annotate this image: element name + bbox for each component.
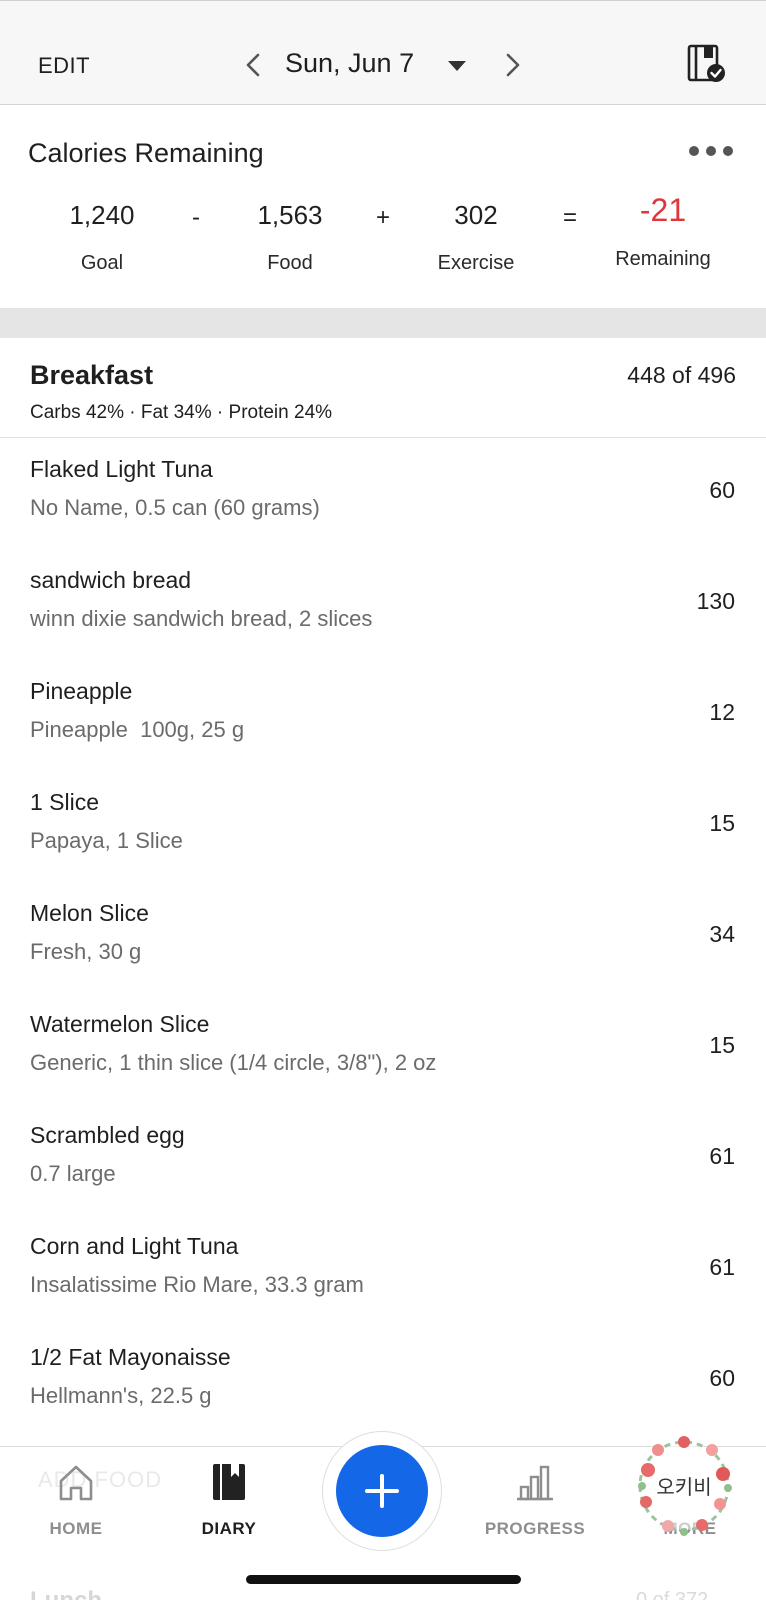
food-list: Flaked Light Tuna No Name, 0.5 can (60 g… (0, 439, 766, 1438)
goal-label: Goal (80, 252, 124, 274)
lunch-calories-behind: 0 of 372 (636, 1589, 709, 1600)
date-selector[interactable]: Sun, Jun 7 (285, 48, 414, 79)
food-name: Melon Slice (30, 900, 149, 926)
tab-progress[interactable]: PROGRESS (475, 1461, 595, 1539)
tab-home-label: HOME (49, 1519, 103, 1538)
chevron-left-icon[interactable] (238, 47, 268, 83)
exercise-label: Exercise (437, 252, 515, 274)
meal-macros: Carbs 42% · Fat 34% · Protein 24% (30, 402, 333, 423)
exercise-column: 302 Exercise (396, 200, 556, 275)
planner-check-icon[interactable] (686, 43, 728, 85)
food-entry[interactable]: Corn and Light Tuna Insalatissime Rio Ma… (0, 1216, 766, 1327)
food-description: Pineapple 100g, 25 g (30, 717, 245, 742)
home-indicator (246, 1575, 521, 1584)
equals-operator: = (562, 204, 577, 231)
food-description: No Name, 0.5 can (60 grams) (30, 495, 320, 520)
tab-progress-label: PROGRESS (484, 1519, 586, 1538)
food-calories: 34 (709, 921, 735, 947)
food-calories: 12 (709, 699, 735, 725)
add-button[interactable] (336, 1445, 428, 1537)
tab-diary-label: DIARY (201, 1519, 257, 1538)
food-label: Food (267, 252, 313, 274)
food-name: Watermelon Slice (30, 1011, 210, 1037)
food-entry[interactable]: Melon Slice Fresh, 30 g 34 (0, 883, 766, 994)
food-entry[interactable]: 1 Slice Papaya, 1 Slice 15 (0, 772, 766, 883)
tab-diary[interactable]: DIARY (169, 1461, 289, 1539)
lunch-title-behind: Lunch (30, 1587, 102, 1600)
food-calories: 60 (709, 477, 735, 503)
home-icon (59, 1465, 93, 1501)
food-entry[interactable]: Scrambled egg 0.7 large 61 (0, 1105, 766, 1216)
food-entry[interactable]: Flaked Light Tuna No Name, 0.5 can (60 g… (0, 439, 766, 550)
calories-title: Calories Remaining (28, 138, 264, 168)
plus-operator: + (375, 204, 390, 231)
food-calories: 61 (709, 1254, 735, 1280)
calories-remaining-card: Calories Remaining 1,240 Goal - 1,563 Fo… (0, 106, 766, 308)
food-name: 1/2 Fat Mayonaisse (30, 1344, 231, 1370)
more-dots-icon[interactable] (688, 144, 734, 158)
food-name: Scrambled egg (30, 1122, 185, 1148)
breakfast-header[interactable]: Breakfast 448 of 496 Carbs 42% · Fat 34%… (0, 338, 766, 438)
caret-down-icon[interactable] (446, 59, 468, 73)
food-description: winn dixie sandwich bread, 2 slices (30, 606, 373, 631)
food-entry[interactable]: 1/2 Fat Mayonaisse Hellmann's, 22.5 g 60 (0, 1327, 766, 1438)
remaining-column: -21 Remaining (583, 192, 743, 271)
food-name: Corn and Light Tuna (30, 1233, 239, 1259)
chevron-right-icon[interactable] (498, 47, 528, 83)
tab-home[interactable]: HOME (16, 1461, 136, 1539)
exercise-value: 302 (454, 200, 498, 230)
plus-icon (365, 1474, 399, 1508)
food-description: Fresh, 30 g (30, 939, 142, 964)
food-description: Hellmann's, 22.5 g (30, 1383, 212, 1408)
food-name: 1 Slice (30, 789, 100, 815)
food-calories: 61 (709, 1143, 735, 1169)
food-description: Insalatissime Rio Mare, 33.3 gram (30, 1272, 364, 1297)
food-value: 1,563 (257, 200, 323, 230)
food-entry[interactable]: Watermelon Slice Generic, 1 thin slice (… (0, 994, 766, 1105)
food-calories: 15 (709, 1032, 735, 1058)
food-entry[interactable]: Pineapple Pineapple 100g, 25 g 12 (0, 661, 766, 772)
food-name: Pineapple (30, 678, 133, 704)
food-calories: 15 (709, 810, 735, 836)
meal-calories: 448 of 496 (627, 362, 736, 388)
floral-watermark-logo: 오키비 (638, 1436, 732, 1536)
food-description: 0.7 large (30, 1161, 116, 1186)
food-column: 1,563 Food (210, 200, 370, 275)
food-calories: 60 (709, 1365, 735, 1391)
meal-title: Breakfast (30, 360, 154, 390)
food-description: Papaya, 1 Slice (30, 828, 183, 853)
diary-book-icon (213, 1464, 245, 1500)
watermark-text: 오키비 (656, 1475, 711, 1499)
minus-operator: - (192, 204, 200, 231)
progress-chart-icon (517, 1465, 553, 1501)
remaining-value: -21 (639, 192, 687, 228)
top-bar: EDIT Sun, Jun 7 (0, 0, 766, 105)
food-name: Flaked Light Tuna (30, 456, 213, 482)
section-divider (0, 308, 766, 338)
food-name: sandwich bread (30, 567, 192, 593)
food-calories: 130 (696, 588, 735, 614)
edit-button[interactable]: EDIT (38, 53, 90, 79)
food-description: Generic, 1 thin slice (1/4 circle, 3/8")… (30, 1050, 437, 1075)
remaining-label: Remaining (615, 248, 711, 270)
food-entry[interactable]: sandwich bread winn dixie sandwich bread… (0, 550, 766, 661)
goal-value: 1,240 (69, 200, 135, 230)
goal-column: 1,240 Goal (22, 200, 182, 275)
